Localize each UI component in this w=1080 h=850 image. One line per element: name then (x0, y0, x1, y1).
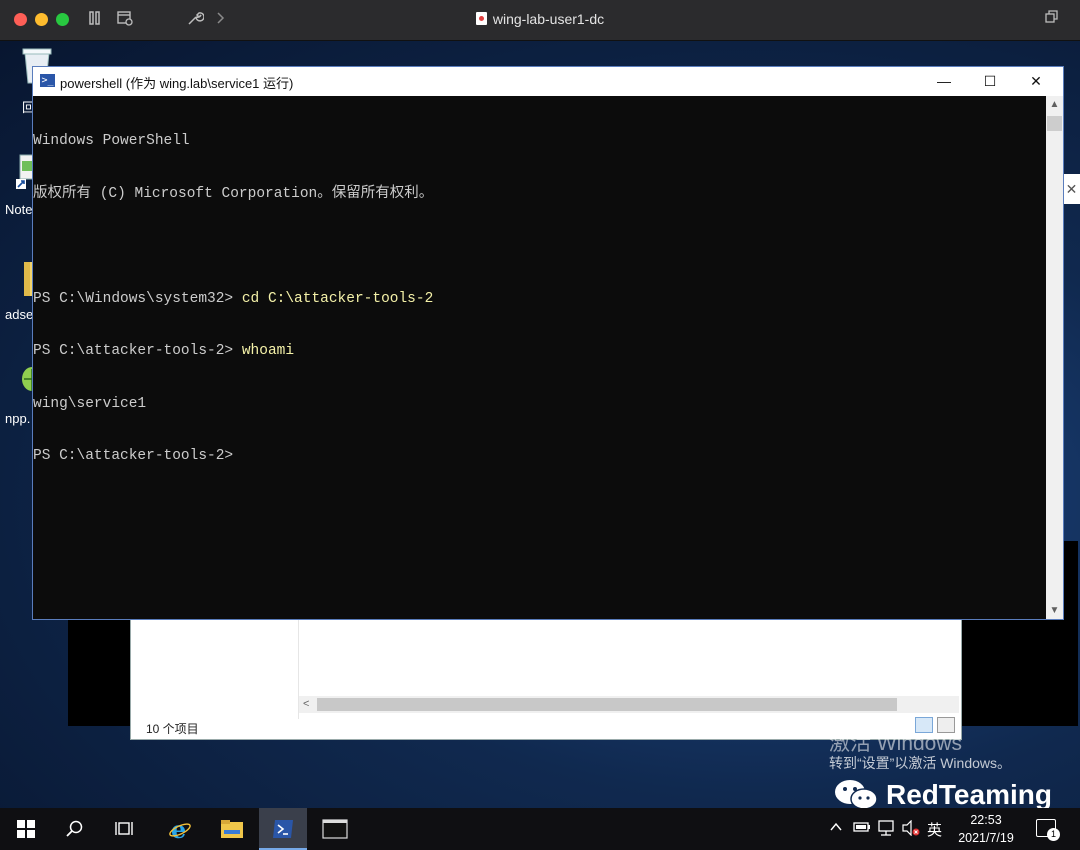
battery-icon (853, 822, 870, 832)
brand-watermark: RedTeaming (834, 779, 1052, 808)
minimize-button[interactable]: — (921, 67, 967, 96)
brand-text: RedTeaming (886, 779, 1052, 808)
vertical-scrollbar[interactable]: ▲ ▼ (1046, 96, 1063, 619)
powershell-icon: >_ (40, 74, 55, 87)
close-button[interactable]: ✕ (1013, 67, 1059, 96)
file-explorer-button[interactable] (208, 808, 256, 850)
powershell-icon (273, 820, 293, 838)
prompt-text: PS C:\attacker-tools-2> (33, 343, 242, 359)
desktop-icon-label: Note (5, 202, 33, 217)
scroll-left-icon[interactable]: < (303, 696, 309, 713)
item-count: 10 个项目 (146, 722, 199, 736)
prompt-text: PS C:\Windows\system32> (33, 290, 242, 307)
taskbar: e 英 22:53 2021/7/19 1 (0, 808, 1080, 850)
volume-muted-icon (902, 819, 920, 837)
cmd-icon (322, 819, 348, 839)
vm-title: wing-lab-user1-dc (0, 11, 1080, 27)
powershell-titlebar[interactable]: >_ powershell (作为 wing.lab\service1 运行) … (33, 67, 1063, 96)
desktop-icon-label: npp. (5, 411, 31, 426)
clock[interactable]: 22:53 2021/7/19 (950, 811, 1022, 847)
task-view-button[interactable] (101, 808, 149, 850)
output-text: wing\service1 (33, 395, 147, 412)
volume-tray[interactable] (901, 819, 921, 839)
task-view-icon (115, 822, 133, 835)
vm-title-text: wing-lab-user1-dc (492, 11, 605, 27)
network-tray[interactable] (877, 820, 897, 839)
ime-indicator[interactable]: 英 (927, 819, 942, 840)
console-line: PS C:\Windows\system32> cd C:\attacker-t… (33, 291, 1046, 309)
windows-logo-icon (17, 820, 35, 838)
powershell-window[interactable]: >_ powershell (作为 wing.lab\service1 运行) … (32, 66, 1064, 620)
clock-date: 2021/7/19 (958, 831, 1014, 845)
console-line: Windows PowerShell (33, 133, 1046, 151)
chevron-up-icon (830, 822, 842, 831)
search-icon (66, 820, 83, 837)
search-button[interactable] (51, 808, 99, 850)
output-text: Windows PowerShell (33, 133, 190, 149)
show-hidden-icons[interactable] (829, 820, 843, 837)
cmd-taskbar-button[interactable] (311, 808, 359, 850)
file-explorer-icon (221, 820, 243, 838)
desktop-icon-label: adse (5, 307, 34, 322)
restore-window-icon[interactable] (1045, 10, 1059, 30)
command-text: whoami (241, 343, 295, 359)
powershell-title: powershell (作为 wing.lab\service1 运行) (60, 76, 294, 91)
console-line: PS C:\attacker-tools-2> whoami (33, 343, 1046, 361)
scrollbar-thumb[interactable] (317, 698, 897, 711)
command-text: cd C:\attacker-tools-2 (241, 290, 434, 307)
notification-count: 1 (1047, 828, 1060, 841)
navigation-pane[interactable] (131, 619, 299, 719)
console-output[interactable]: Windows PowerShell 版权所有 (C) Microsoft Co… (33, 96, 1046, 621)
prompt-text: PS C:\attacker-tools-2> (33, 448, 234, 464)
maximize-button[interactable]: ☐ (967, 67, 1013, 96)
scrollbar-thumb[interactable] (1047, 116, 1062, 131)
side-close-button[interactable]: ✕ (1063, 174, 1080, 204)
console-line: wing\service1 (33, 396, 1046, 414)
internet-explorer-button[interactable]: e (156, 808, 204, 850)
network-icon (878, 820, 894, 836)
horizontal-scrollbar[interactable]: < (299, 696, 959, 713)
powershell-taskbar-button[interactable] (259, 808, 307, 850)
activation-subtext: 转到“设置”以激活 Windows。 (829, 755, 1012, 771)
action-center-button[interactable]: 1 (1036, 819, 1060, 841)
file-explorer-window[interactable]: < 10 个项目 (130, 618, 962, 740)
start-button[interactable] (2, 808, 50, 850)
battery-tray[interactable] (851, 820, 871, 837)
console-line: 版权所有 (C) Microsoft Corporation。保留所有权利。 (33, 186, 1046, 204)
windows-desktop: 回 Note adse npp. < 10 个项目 ✕ >_ powershel… (0, 41, 1080, 808)
output-text: 版权所有 (C) Microsoft Corporation。保留所有权利。 (33, 185, 434, 202)
internet-explorer-icon: e (169, 815, 191, 844)
scroll-down-icon[interactable]: ▼ (1046, 605, 1063, 616)
document-icon (475, 12, 487, 25)
console-line[interactable]: PS C:\attacker-tools-2> (33, 448, 1046, 466)
vm-host-titlebar: wing-lab-user1-dc (0, 0, 1080, 41)
wechat-logo-icon (835, 780, 878, 808)
scroll-up-icon[interactable]: ▲ (1046, 99, 1063, 110)
clock-time: 22:53 (970, 813, 1002, 827)
